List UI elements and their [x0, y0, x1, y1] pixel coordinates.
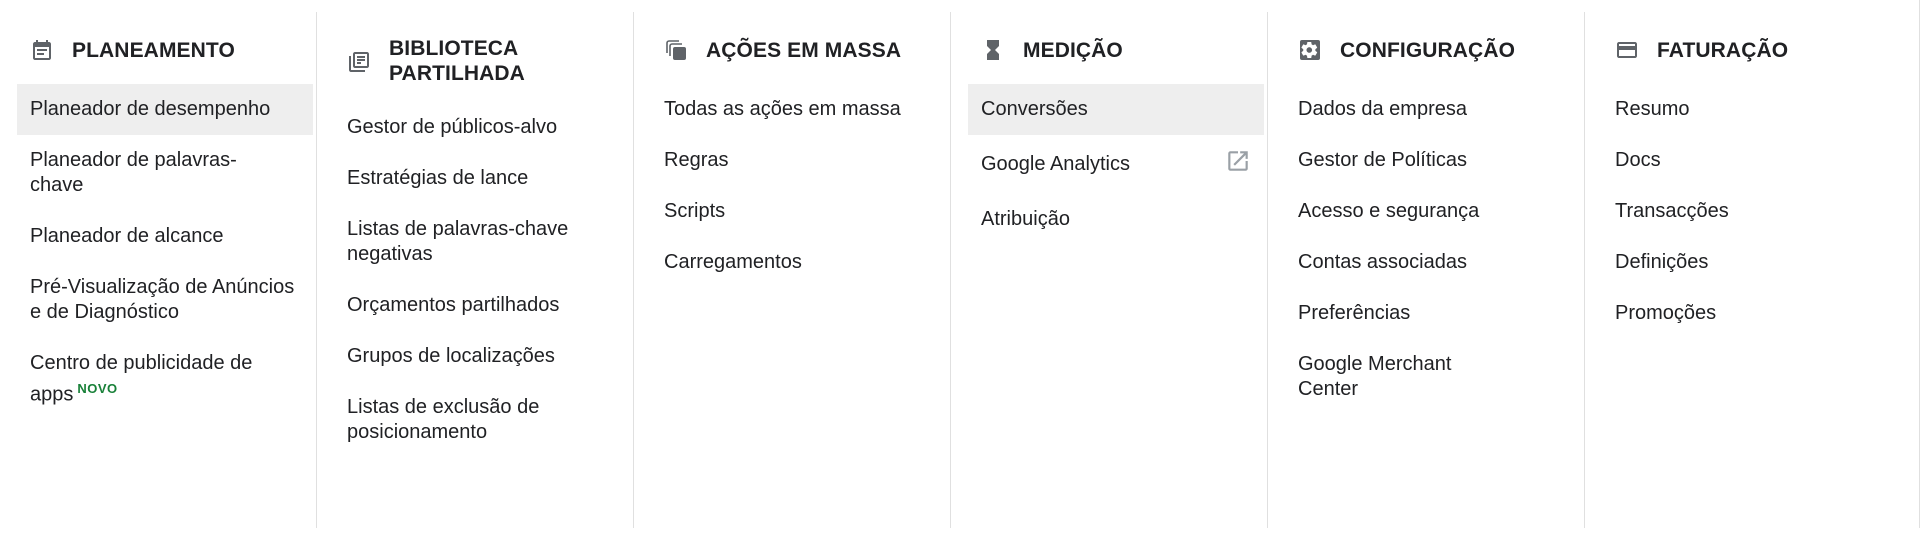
- column-title: AÇÕES EM MASSA: [706, 39, 902, 62]
- menu-item-conversoes[interactable]: Conversões: [968, 84, 1264, 135]
- menu-item-label: Promoções: [1615, 302, 1717, 324]
- menu-item-label: Conversões: [981, 98, 1088, 120]
- menu-item-resumo[interactable]: Resumo: [1602, 84, 1898, 135]
- column-header: FATURAÇÃO: [1602, 36, 1910, 68]
- menu-item-planeador-de-desempenho[interactable]: Planeador de desempenho: [17, 84, 313, 135]
- menu-item-planeador-de-palavras-chave[interactable]: Planeador de palavras-chave: [17, 135, 313, 211]
- column-header: PLANEAMENTO: [17, 36, 307, 68]
- menu-item-label: Planeador de alcance: [30, 225, 224, 247]
- menu-item-atribuicao[interactable]: Atribuição: [968, 194, 1264, 245]
- column-configuracao: CONFIGURAÇÃO Dados da empresa Gestor de …: [1268, 12, 1585, 528]
- menu-item-label-text: Centro de publicidade de apps: [30, 352, 253, 406]
- column-biblioteca-partilhada: BIBLIOTECA PARTILHADA Gestor de públicos…: [317, 12, 634, 528]
- menu-item-label: Scripts: [664, 200, 726, 222]
- menu-item-grupos-de-localizacoes[interactable]: Grupos de localizações: [334, 331, 630, 382]
- column-header: BIBLIOTECA PARTILHADA: [334, 36, 624, 86]
- menu-item-contas-associadas[interactable]: Contas associadas: [1285, 237, 1581, 288]
- menu-item-label: Pré-Visualização de Anúncios e de Diagnó…: [30, 276, 295, 323]
- menu-item-listas-de-exclusao-de-posicionamento[interactable]: Listas de exclusão de posicionamento: [334, 382, 630, 458]
- menu-item-label: Listas de palavras-chave negativas: [347, 218, 569, 265]
- calendar-icon: [30, 38, 54, 62]
- column-title: MEDIÇÃO: [1023, 39, 1123, 62]
- menu-item-label: Transacções: [1615, 200, 1729, 222]
- menu-item-listas-de-palavras-chave-negativas[interactable]: Listas de palavras-chave negativas: [334, 204, 630, 280]
- menu-item-definicoes[interactable]: Definições: [1602, 237, 1898, 288]
- library-icon: [347, 50, 371, 74]
- menu-item-label: Contas associadas: [1298, 251, 1467, 273]
- menu-item-label: Docs: [1615, 149, 1661, 171]
- column-title: PLANEAMENTO: [72, 39, 235, 62]
- menu-item-label: Atribuição: [981, 208, 1070, 230]
- column-faturacao: FATURAÇÃO Resumo Docs Transacções Defini…: [1585, 12, 1919, 528]
- settings-icon: [1298, 38, 1322, 62]
- menu-item-label: Planeador de palavras-chave: [30, 149, 237, 196]
- menu-item-label: Resumo: [1615, 98, 1690, 120]
- column-planeamento: PLANEAMENTO Planeador de desempenho Plan…: [0, 12, 317, 528]
- column-header: CONFIGURAÇÃO: [1285, 36, 1575, 68]
- menu-item-label: Acesso e segurança: [1298, 200, 1480, 222]
- menu-item-label: Google Merchant Center: [1298, 353, 1452, 400]
- column-header: MEDIÇÃO: [968, 36, 1258, 68]
- menu-item-google-analytics[interactable]: Google Analytics: [968, 135, 1264, 194]
- menu-item-label: Carregamentos: [664, 251, 802, 273]
- menu-item-label: Orçamentos partilhados: [347, 294, 560, 316]
- menu-item-label: Regras: [664, 149, 729, 171]
- new-badge: NOVO: [77, 381, 118, 396]
- menu-item-label: Listas de exclusão de posicionamento: [347, 396, 540, 443]
- menu-item-acesso-e-seguranca[interactable]: Acesso e segurança: [1285, 186, 1581, 237]
- menu-item-pre-visualizacao-de-anuncios[interactable]: Pré-Visualização de Anúncios e de Diagnó…: [17, 262, 313, 338]
- menu-item-label: Definições: [1615, 251, 1709, 273]
- credit-card-icon: [1615, 38, 1639, 62]
- menu-item-label: Google Analytics: [981, 153, 1130, 175]
- menu-item-todas-as-acoes-em-massa[interactable]: Todas as ações em massa: [651, 84, 947, 135]
- menu-item-gestor-de-politicas[interactable]: Gestor de Políticas: [1285, 135, 1581, 186]
- column-title: BIBLIOTECA PARTILHADA: [389, 37, 525, 85]
- menu-item-gestor-de-publicos-alvo[interactable]: Gestor de públicos-alvo: [334, 102, 630, 153]
- menu-item-label: Gestor de Políticas: [1298, 149, 1467, 171]
- menu-item-preferencias[interactable]: Preferências: [1285, 288, 1581, 339]
- menu-item-label: Todas as ações em massa: [664, 98, 901, 120]
- menu-item-google-merchant-center[interactable]: Google Merchant Center: [1285, 339, 1581, 415]
- menu-item-dados-da-empresa[interactable]: Dados da empresa: [1285, 84, 1581, 135]
- column-header: AÇÕES EM MASSA: [651, 36, 941, 68]
- column-acoes-em-massa: AÇÕES EM MASSA Todas as ações em massa R…: [634, 12, 951, 528]
- menu-item-transaccoes[interactable]: Transacções: [1602, 186, 1898, 237]
- menu-item-centro-de-publicidade-de-apps[interactable]: Centro de publicidade de apps NOVO: [17, 338, 313, 421]
- menu-item-label: Estratégias de lance: [347, 167, 529, 189]
- menu-item-carregamentos[interactable]: Carregamentos: [651, 237, 947, 288]
- menu-item-label: Preferências: [1298, 302, 1411, 324]
- menu-item-regras[interactable]: Regras: [651, 135, 947, 186]
- column-medicao: MEDIÇÃO Conversões Google Analytics Atri…: [951, 12, 1268, 528]
- menu-item-label: Dados da empresa: [1298, 98, 1467, 120]
- column-title: FATURAÇÃO: [1657, 39, 1789, 62]
- menu-item-label: Gestor de públicos-alvo: [347, 116, 558, 138]
- tools-menu: PLANEAMENTO Planeador de desempenho Plan…: [0, 0, 1920, 528]
- menu-item-planeador-de-alcance[interactable]: Planeador de alcance: [17, 211, 313, 262]
- menu-item-promocoes[interactable]: Promoções: [1602, 288, 1898, 339]
- hourglass-icon: [981, 38, 1005, 62]
- menu-item-orcamentos-partilhados[interactable]: Orçamentos partilhados: [334, 280, 630, 331]
- open-in-new-icon: [1225, 148, 1251, 181]
- menu-item-scripts[interactable]: Scripts: [651, 186, 947, 237]
- menu-item-label: Centro de publicidade de apps NOVO: [30, 351, 290, 408]
- column-title: CONFIGURAÇÃO: [1340, 39, 1516, 62]
- copy-icon: [664, 38, 688, 62]
- menu-item-docs[interactable]: Docs: [1602, 135, 1898, 186]
- menu-item-label: Planeador de desempenho: [30, 98, 271, 120]
- menu-item-estrategias-de-lance[interactable]: Estratégias de lance: [334, 153, 630, 204]
- menu-item-label: Grupos de localizações: [347, 345, 555, 367]
